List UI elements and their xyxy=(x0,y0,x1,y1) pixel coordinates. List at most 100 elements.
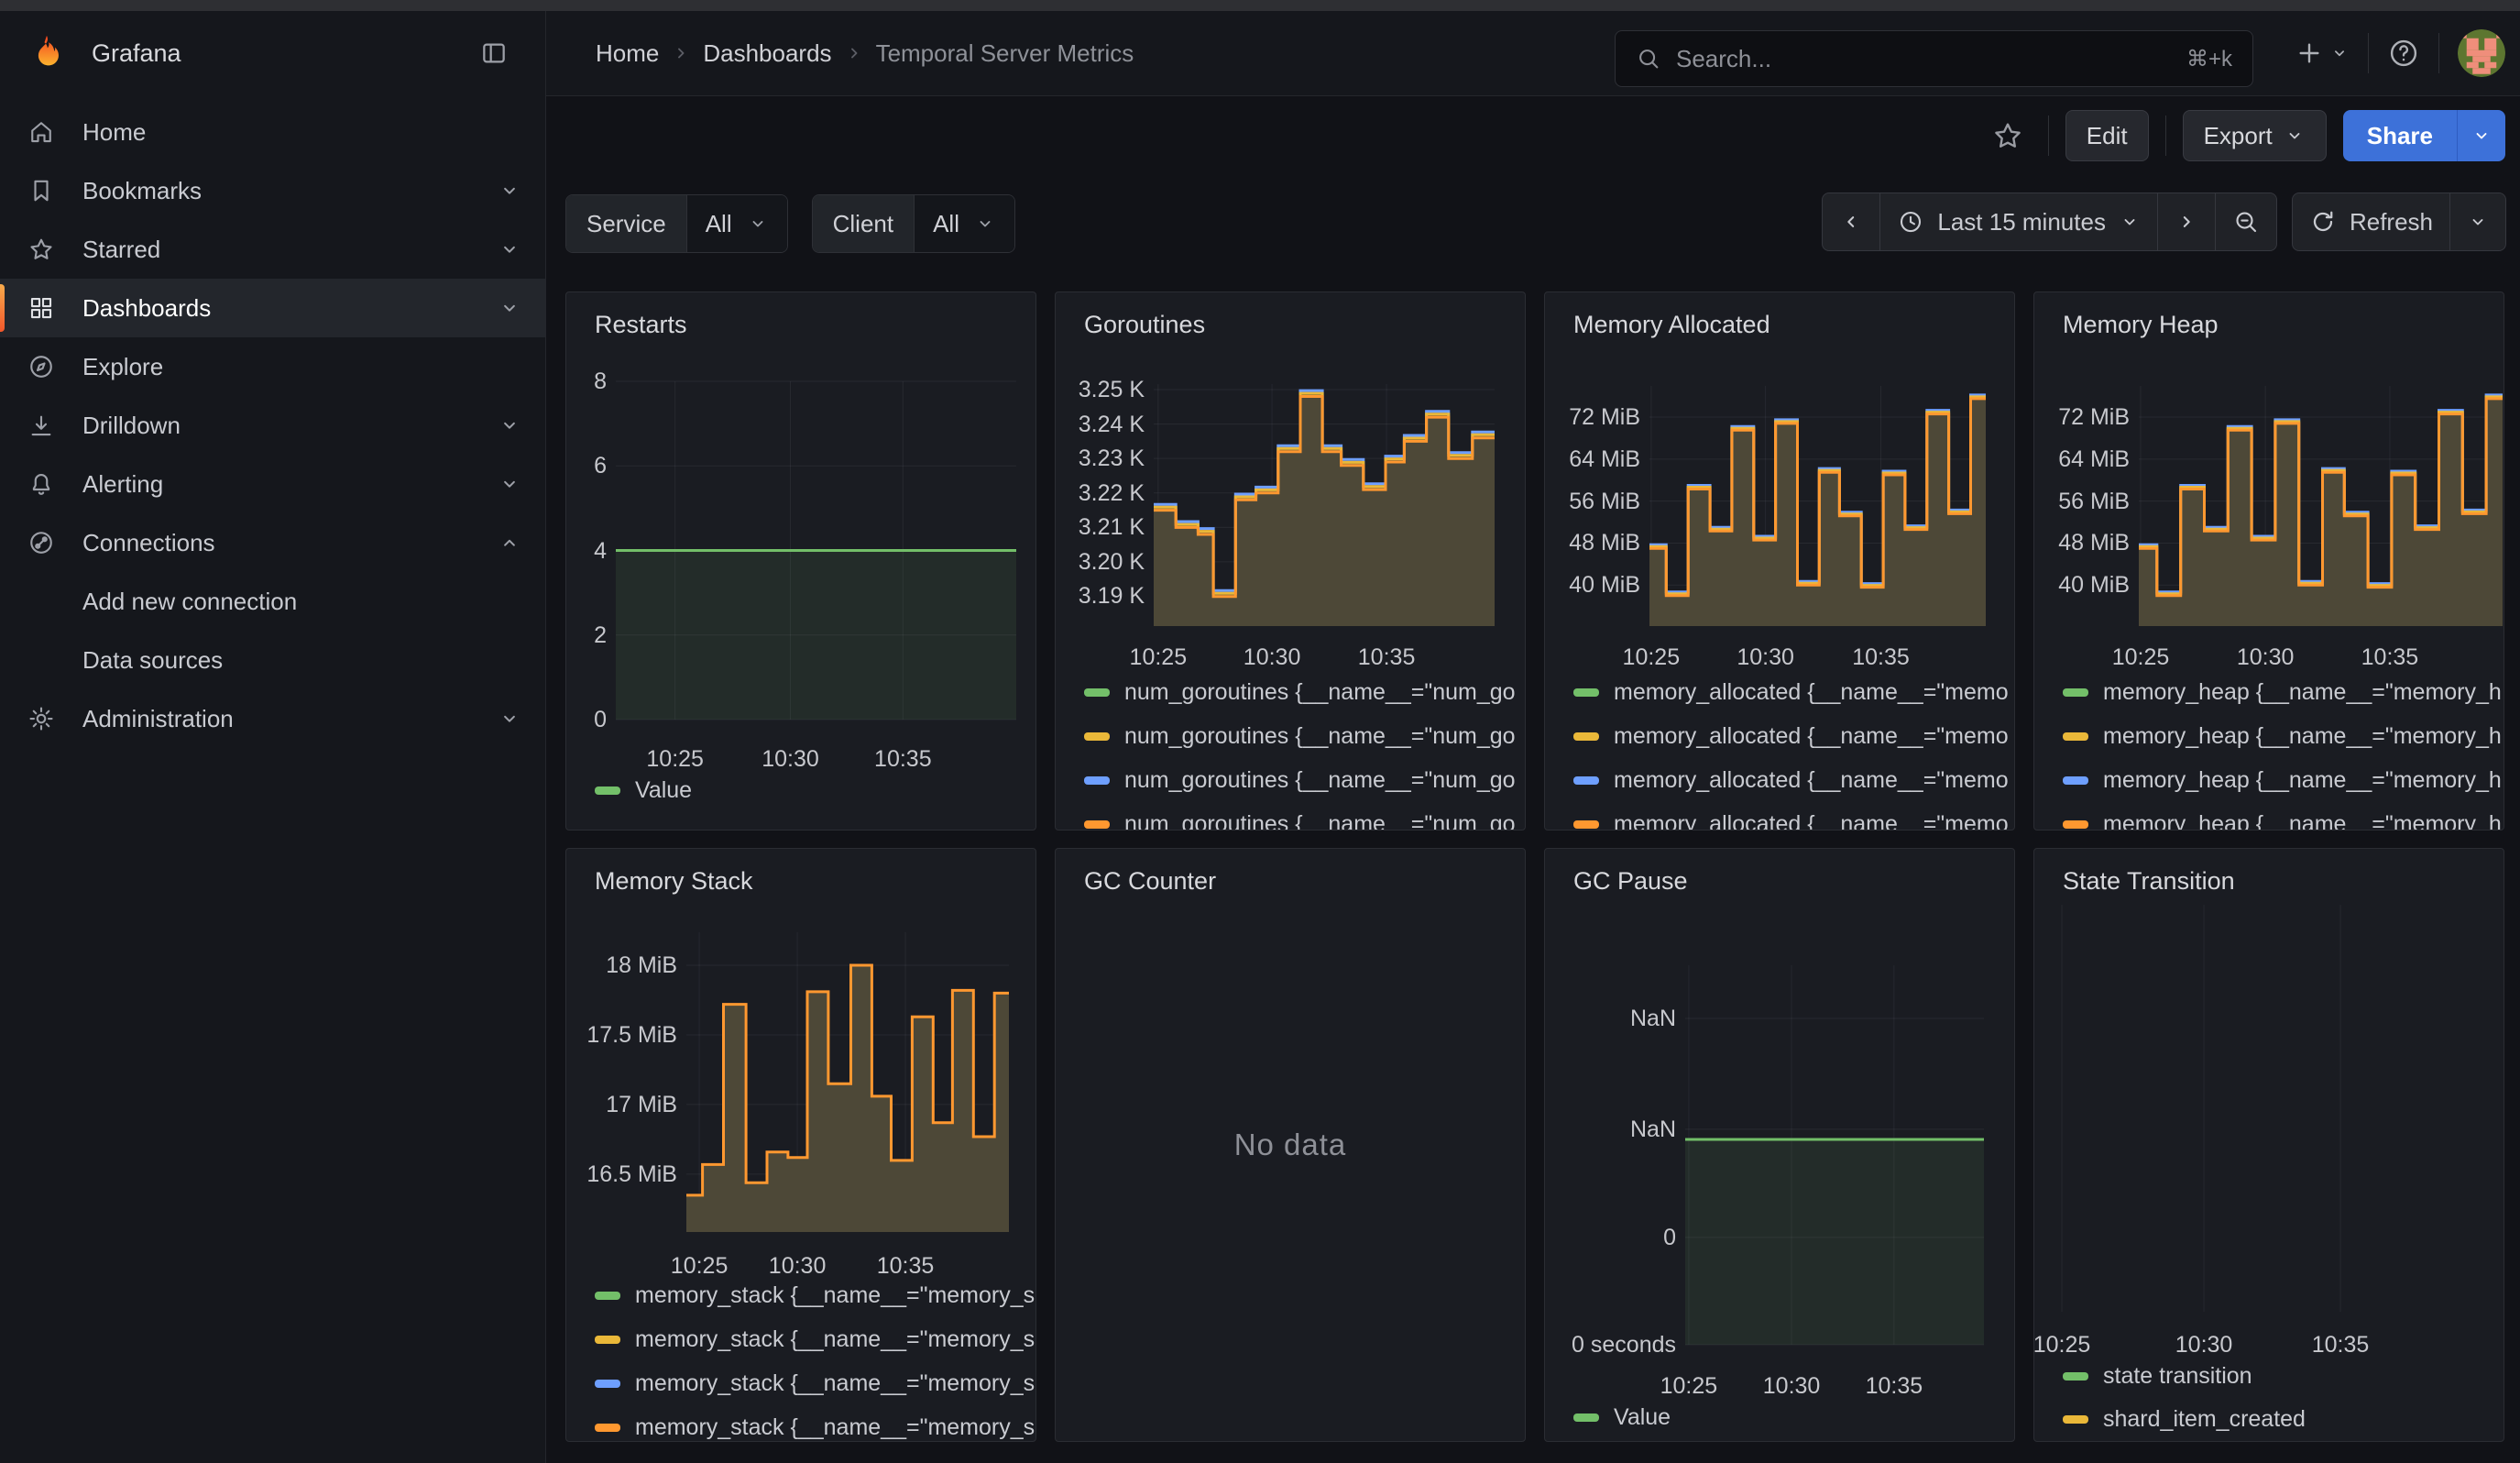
legend-swatch xyxy=(1573,776,1599,785)
x-tick-label: 10:35 xyxy=(1825,644,1935,671)
x-tick-label: 10:35 xyxy=(850,1252,960,1280)
sidebar-item-explore[interactable]: Explore xyxy=(0,337,545,396)
y-tick-label: 3.21 K xyxy=(1055,513,1145,541)
sidebar-item-drilldown[interactable]: Drilldown xyxy=(0,396,545,455)
panel-title[interactable]: Memory Allocated xyxy=(1573,311,1770,339)
help-button[interactable] xyxy=(2387,37,2420,70)
panel-title[interactable]: Memory Heap xyxy=(2063,311,2219,339)
panel-title[interactable]: Goroutines xyxy=(1084,311,1205,339)
panel-title[interactable]: Restarts xyxy=(595,311,687,339)
time-shift-forward-button[interactable] xyxy=(2158,193,2216,250)
legend-swatch xyxy=(1573,820,1599,829)
refresh-icon xyxy=(2309,208,2337,236)
sidebar-item-label: Home xyxy=(82,118,146,147)
y-tick-label: 3.19 K xyxy=(1055,582,1145,610)
legend-item[interactable]: num_goroutines {__name__="num_go xyxy=(1084,766,1516,794)
time-range-picker[interactable]: Last 15 minutes xyxy=(1880,193,2158,250)
window-strip xyxy=(0,0,2520,11)
x-tick-label: 10:25 xyxy=(1103,644,1213,671)
breadcrumb-home[interactable]: Home xyxy=(596,39,659,68)
legend-item[interactable]: memory_stack {__name__="memory_s xyxy=(595,1282,1035,1309)
client-filter-value[interactable]: All xyxy=(915,195,1014,252)
share-menu-button[interactable] xyxy=(2457,110,2505,161)
search-input[interactable]: Search... ⌘+k xyxy=(1615,30,2253,87)
y-tick-label: 17.5 MiB xyxy=(565,1021,677,1049)
sidebar-item-starred[interactable]: Starred xyxy=(0,220,545,279)
panel-title[interactable]: State Transition xyxy=(2063,867,2235,896)
brand-zone: Grafana xyxy=(0,11,546,95)
favorite-star-icon[interactable] xyxy=(1991,119,2024,152)
service-filter-value[interactable]: All xyxy=(687,195,787,252)
service-filter-selected: All xyxy=(706,210,732,238)
x-tick-label: 10:25 xyxy=(644,1252,754,1280)
zoom-out-button[interactable] xyxy=(2216,193,2276,250)
zoom-out-icon xyxy=(2232,208,2260,236)
legend-label: memory_heap {__name__="memory_h xyxy=(2103,811,2502,831)
share-button[interactable]: Share xyxy=(2343,110,2457,161)
dashboard-toolbar: Edit Export Share xyxy=(546,95,2520,176)
legend-item[interactable]: state transition xyxy=(2063,1362,2252,1390)
edit-button[interactable]: Edit xyxy=(2065,110,2149,161)
sidebar-item-data-sources[interactable]: Data sources xyxy=(0,631,545,689)
legend-item[interactable]: memory_allocated {__name__="memo xyxy=(1573,722,2009,750)
y-tick-label: 40 MiB xyxy=(2033,571,2130,599)
legend-label: memory_allocated {__name__="memo xyxy=(1614,723,2009,750)
refresh-interval-button[interactable] xyxy=(2450,193,2505,250)
legend-item[interactable]: memory_allocated {__name__="memo xyxy=(1573,766,2009,794)
legend-item[interactable]: memory_stack {__name__="memory_s xyxy=(595,1326,1035,1353)
legend-item[interactable]: Value xyxy=(595,776,692,804)
sidebar-item-connections[interactable]: Connections xyxy=(0,513,545,572)
refresh-button[interactable]: Refresh xyxy=(2293,193,2450,250)
sidebar-item-label: Dashboards xyxy=(82,294,211,323)
grafana-app: Grafana Home Dashboards Temporal Server … xyxy=(0,0,2520,1463)
chevron-down-icon xyxy=(747,213,769,235)
sidebar-item-bookmarks[interactable]: Bookmarks xyxy=(0,161,545,220)
legend-swatch xyxy=(1084,820,1110,829)
panel-memory-allocated: Memory Allocated72 MiB64 MiB56 MiB48 MiB… xyxy=(1544,292,2015,830)
legend-item[interactable]: memory_heap {__name__="memory_h xyxy=(2063,810,2502,830)
export-button[interactable]: Export xyxy=(2183,110,2327,161)
y-tick-label: 6 xyxy=(565,452,607,479)
sidebar-item-label: Drilldown xyxy=(82,412,181,440)
brand-name: Grafana xyxy=(92,39,181,68)
add-menu-button[interactable] xyxy=(2295,38,2350,68)
legend-item[interactable]: memory_heap {__name__="memory_h xyxy=(2063,722,2502,750)
panel-title[interactable]: Memory Stack xyxy=(595,867,753,896)
legend-label: num_goroutines {__name__="num_go xyxy=(1124,767,1516,794)
client-filter: Client All xyxy=(812,194,1015,253)
sidebar-item-alerting[interactable]: Alerting xyxy=(0,455,545,513)
legend-item[interactable]: memory_allocated {__name__="memo xyxy=(1573,810,2009,830)
breadcrumb-dashboards[interactable]: Dashboards xyxy=(703,39,831,68)
legend-item[interactable]: num_goroutines {__name__="num_go xyxy=(1084,722,1516,750)
sidebar-item-administration[interactable]: Administration xyxy=(0,689,545,748)
x-tick-label: 10:25 xyxy=(1634,1372,1744,1400)
legend-swatch xyxy=(2063,820,2088,829)
sidebar-item-home[interactable]: Home xyxy=(0,103,545,161)
user-avatar[interactable] xyxy=(2458,29,2505,77)
legend-item[interactable]: num_goroutines {__name__="num_go xyxy=(1084,810,1516,830)
sidebar-item-add-new-connection[interactable]: Add new connection xyxy=(0,572,545,631)
divider xyxy=(2048,116,2049,156)
chevron-down-icon xyxy=(498,413,521,437)
collapse-sidebar-icon[interactable] xyxy=(479,38,509,68)
legend-item[interactable]: Value xyxy=(1573,1403,1671,1431)
legend-swatch xyxy=(1084,688,1110,697)
panel-title[interactable]: GC Pause xyxy=(1573,867,1688,896)
y-tick-label: 72 MiB xyxy=(1544,403,1640,431)
gear-icon xyxy=(27,705,55,732)
legend-item[interactable]: shard_item_created xyxy=(2063,1405,2306,1433)
panel-gc-pause: GC PauseNaNNaN00 seconds10:2510:3010:35V… xyxy=(1544,848,2015,1442)
time-shift-back-button[interactable] xyxy=(1823,193,1880,250)
y-tick-label: 16.5 MiB xyxy=(565,1160,677,1188)
sidebar-item-label: Explore xyxy=(82,353,163,381)
legend-item[interactable]: memory_stack {__name__="memory_s xyxy=(595,1414,1035,1441)
panel-title[interactable]: GC Counter xyxy=(1084,867,1216,896)
y-tick-label: 0 xyxy=(1544,1224,1676,1251)
y-tick-label: 72 MiB xyxy=(2033,403,2130,431)
legend-item[interactable]: memory_heap {__name__="memory_h xyxy=(2063,678,2502,706)
legend-item[interactable]: memory_heap {__name__="memory_h xyxy=(2063,766,2502,794)
sidebar-item-dashboards[interactable]: Dashboards xyxy=(0,279,545,337)
legend-item[interactable]: memory_allocated {__name__="memo xyxy=(1573,678,2009,706)
legend-item[interactable]: memory_stack {__name__="memory_s xyxy=(595,1370,1035,1397)
legend-item[interactable]: num_goroutines {__name__="num_go xyxy=(1084,678,1516,706)
